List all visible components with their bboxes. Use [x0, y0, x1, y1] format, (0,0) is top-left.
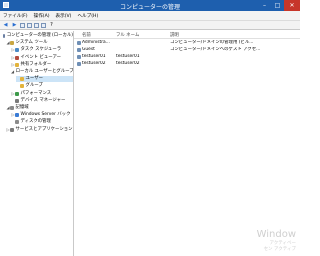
list-header: 名前 フル ネーム 説明 [74, 31, 300, 39]
expand-toggle-icon[interactable]: ◢ [11, 69, 14, 75]
tree-item-label: システム ツール [15, 40, 48, 46]
cell-name: Administra... [82, 40, 110, 45]
table-row[interactable]: testuser02 testuser02 [74, 61, 300, 67]
tree-event-viewer-icon [15, 55, 19, 60]
tree-item-label: パフォーマンス [20, 90, 52, 96]
tree-performance[interactable]: ▷ パフォーマンス [11, 91, 73, 97]
tree-computer-management[interactable]: コンピューターの管理 (ローカル) [1, 33, 73, 39]
tree-users-icon [20, 77, 24, 82]
tree-task-scheduler-icon [15, 48, 19, 53]
user-icon [77, 41, 81, 45]
tree-storage[interactable]: ◢ 記憶域 [6, 105, 73, 111]
tree-windows-server-backup-icon [15, 113, 19, 118]
column-header-name[interactable]: 名前 [82, 32, 91, 38]
tree-system-tools[interactable]: ◢ システム ツール [6, 40, 73, 46]
cell-description: コンピューター/ドメインの管理用 (ビル... [170, 40, 254, 45]
tree-services-applications[interactable]: ▷ サービスとアプリケーション [6, 127, 73, 133]
menu-file[interactable]: ファイル(F) [0, 13, 31, 19]
tree-windows-server-backup[interactable]: ▷ Windows Server バック [11, 112, 73, 118]
close-button[interactable]: ✕ [284, 0, 300, 11]
watermark-line2: セン アクティブ [263, 247, 296, 252]
forward-button[interactable]: ▶ [11, 22, 18, 28]
minimize-button[interactable]: – [258, 0, 271, 11]
help-button[interactable]: ? [48, 22, 55, 28]
title-bar: コンピューターの管理 – □ ✕ [0, 0, 300, 11]
cell-fullname: testuser02 [116, 61, 140, 66]
tree-item-label: デバイス マネージャー [20, 97, 66, 103]
tree-disk-management[interactable]: ディスクの管理 [11, 119, 73, 125]
menu-action[interactable]: 操作(A) [31, 13, 53, 19]
table-row[interactable]: Guest コンピューター/ドメインへのゲスト アクセ... [74, 47, 300, 53]
tree-item-label: イベント ビューアー [20, 54, 61, 60]
cell-description: コンピューター/ドメインへのゲスト アクセ... [170, 47, 261, 52]
navigation-tree: コンピューターの管理 (ローカル) ◢ システム ツール ▷ タスク スケジューラ ▷ イベ… [0, 31, 74, 256]
user-icon [77, 55, 81, 59]
back-button[interactable]: ◀ [2, 22, 9, 28]
user-icon [77, 48, 81, 52]
cell-fullname: testuser01 [116, 54, 140, 59]
toolbar: ◀ ▶? [0, 21, 300, 30]
window-title: コンピューターの管理 [119, 4, 180, 11]
tree-item-label: ユーザー [25, 76, 43, 82]
tree-item-label: ローカル ユーザーとグループ [15, 69, 74, 74]
up-folder-button[interactable] [20, 22, 25, 28]
tree-performance-icon [15, 91, 19, 96]
user-icon [77, 62, 81, 66]
tree-groups[interactable]: グループ [16, 83, 73, 89]
tree-item-label: Windows Server バック [20, 112, 71, 118]
window-controls: – □ ✕ [258, 0, 300, 11]
tree-storage-icon [10, 106, 14, 110]
tree-item-label: サービスとアプリケーション [15, 126, 73, 132]
table-row[interactable]: Administra... コンピューター/ドメインの管理用 (ビル... [74, 40, 300, 46]
cell-name: Guest [82, 47, 95, 52]
activation-watermark: Window アクティベー セン アクティブ [257, 229, 296, 252]
tree-item-label: タスク スケジューラ [20, 47, 62, 53]
cell-name: testuser02 [82, 61, 106, 66]
menu-help[interactable]: ヘルプ(H) [74, 13, 101, 19]
tree-groups-icon [20, 84, 24, 89]
tree-item-label: グループ [25, 83, 43, 89]
export-list-button[interactable] [34, 22, 39, 28]
tree-device-manager[interactable]: デバイス マネージャー [11, 98, 73, 104]
show-hide-tree-button[interactable] [27, 22, 32, 28]
tree-shared-folders-icon [15, 62, 19, 67]
tree-item-label: 共有フォルダー [20, 61, 52, 67]
properties-button[interactable] [41, 22, 46, 28]
column-header-description[interactable]: 説明 [170, 32, 179, 38]
tree-disk-management-icon [15, 120, 19, 125]
tree-computer-management-icon [3, 34, 6, 38]
tree-users[interactable]: ユーザー [16, 76, 73, 83]
tree-device-manager-icon [15, 98, 19, 103]
tree-shared-folders[interactable]: ▷ 共有フォルダー [11, 62, 73, 68]
user-list-pane: 名前 フル ネーム 説明 Administra... コンピューター/ドメインの管… [74, 31, 300, 256]
tree-local-users-groups[interactable]: ◢ ローカル ユーザーとグループ [11, 69, 73, 75]
maximize-button[interactable]: □ [271, 0, 284, 11]
menu-bar: ファイル(F) 操作(A) 表示(V) ヘルプ(H) [0, 11, 300, 21]
menu-view[interactable]: 表示(V) [53, 13, 75, 19]
cell-name: testuser01 [82, 54, 106, 59]
tree-task-scheduler[interactable]: ▷ タスク スケジューラ [11, 47, 73, 53]
tree-item-label: ディスクの管理 [20, 119, 51, 125]
tree-system-tools-icon [10, 41, 14, 46]
tree-item-label: コンピューターの管理 (ローカル) [6, 33, 73, 38]
tree-item-label: 記憶域 [15, 105, 29, 110]
tree-event-viewer[interactable]: ▷ イベント ビューアー [11, 55, 73, 61]
tree-services-applications-icon [10, 127, 14, 132]
table-row[interactable]: testuser01 testuser01 [74, 54, 300, 60]
watermark-title: Window [256, 229, 296, 240]
column-header-fullname[interactable]: フル ネーム [116, 32, 139, 38]
